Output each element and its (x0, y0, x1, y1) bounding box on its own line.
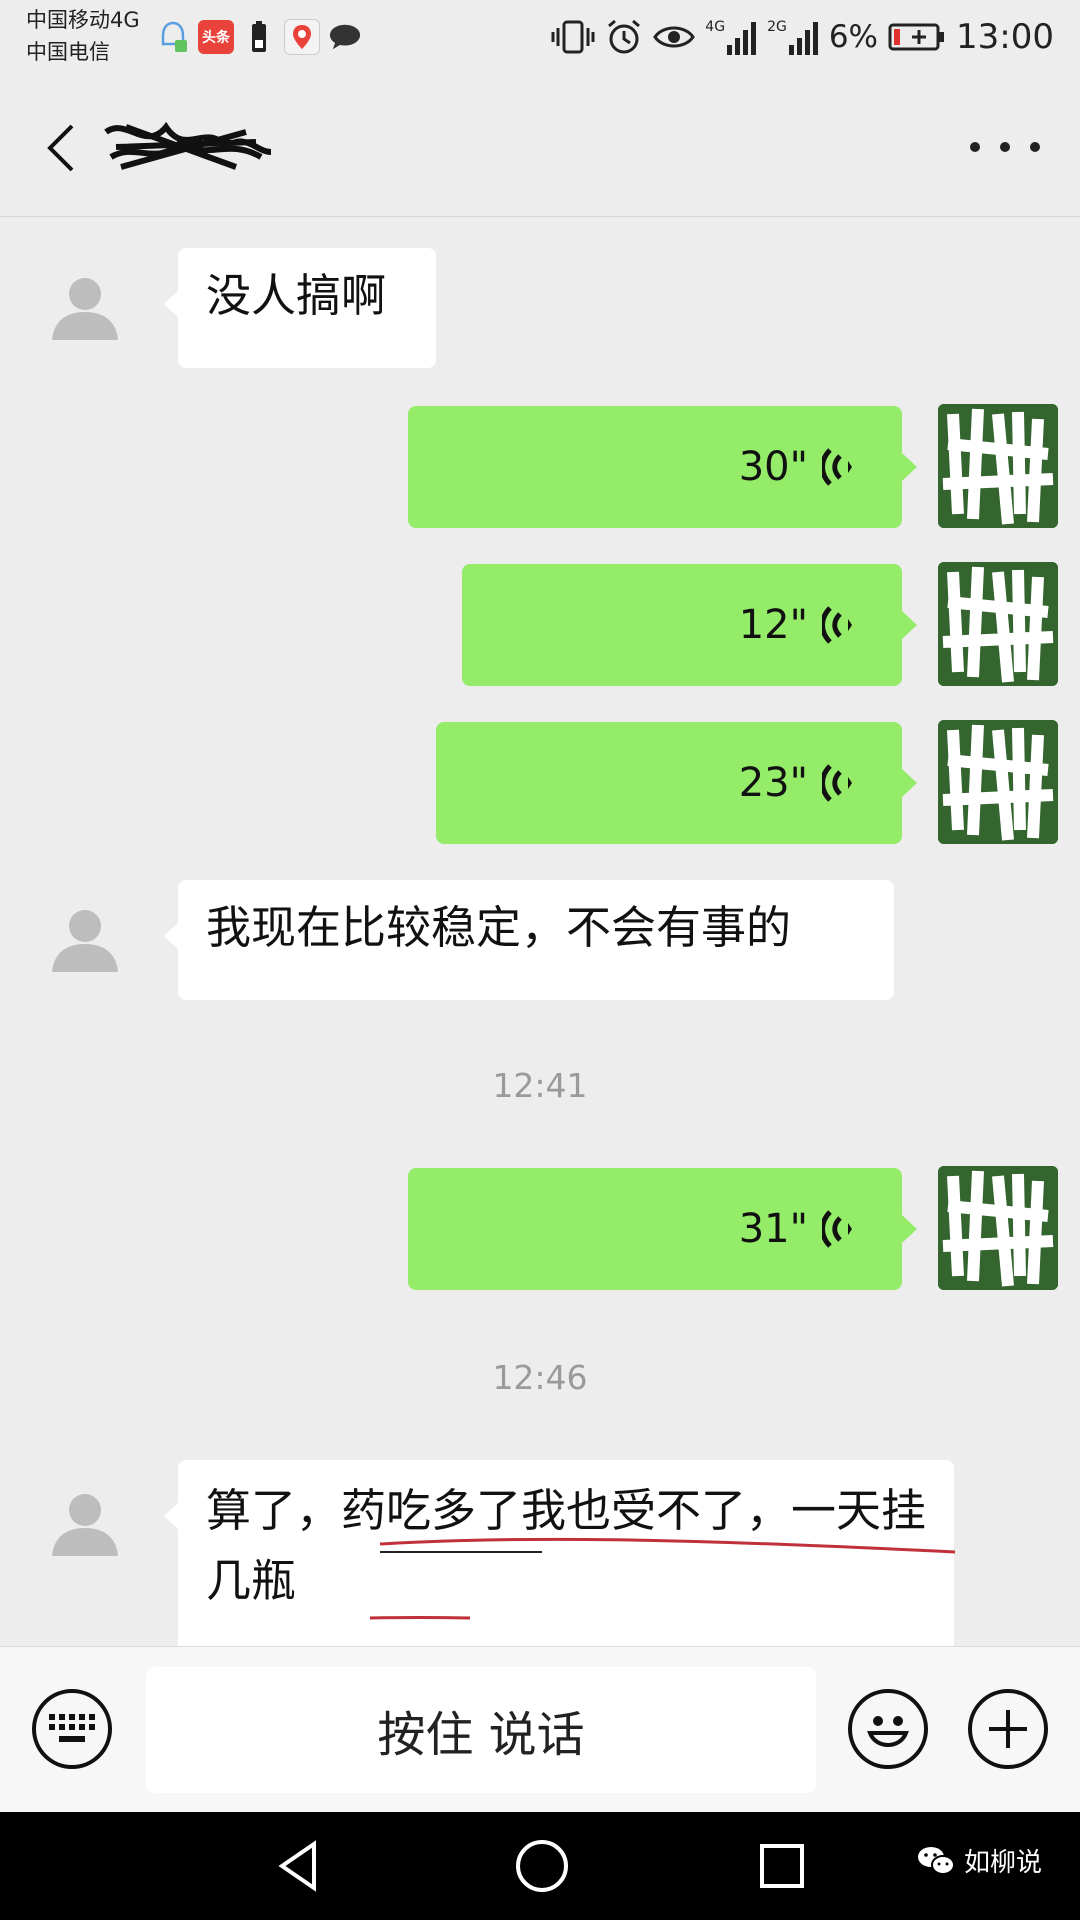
voice-message-bubble[interactable]: 30" (408, 406, 917, 528)
voice-wave-icon (822, 764, 852, 802)
contact-avatar[interactable] (50, 272, 120, 342)
voice-message-bubble[interactable]: 31" (408, 1168, 917, 1290)
voice-wave-icon (822, 1210, 852, 1248)
voice-duration: 31" (738, 1206, 808, 1252)
wechat-icon (918, 1846, 955, 1875)
bell-notification-icon (156, 20, 190, 54)
emoji-icon[interactable] (848, 1689, 928, 1769)
user-avatar[interactable] (938, 1166, 1058, 1290)
plus-icon[interactable] (968, 1689, 1048, 1769)
voice-duration: 23" (738, 760, 808, 806)
carrier-2: 中国电信 (26, 40, 110, 64)
hold-to-talk-button[interactable]: 按住 说话 (146, 1667, 816, 1793)
signal-2g-icon: 2G (767, 19, 819, 55)
voice-duration: 12" (738, 602, 808, 648)
nav-home-icon[interactable] (510, 1834, 574, 1898)
message-text: 没人搞啊 (206, 269, 387, 322)
status-right: 4G 2G 6% 13:00 (551, 14, 1054, 60)
user-avatar[interactable] (938, 404, 1058, 528)
voice-message-bubble[interactable]: 12" (462, 564, 917, 686)
toutiao-icon: 头条 (198, 20, 234, 54)
voice-wave-icon (822, 606, 852, 644)
contact-name-scribble (104, 121, 272, 170)
status-bar: 中国移动4G 中国电信 头条 4G 2G 6% 13:00 (0, 0, 1080, 80)
message-timestamp: 12:46 (492, 1358, 588, 1397)
chevron-left-icon[interactable] (40, 118, 100, 178)
battery-percent: 6% (828, 19, 879, 55)
alarm-icon (608, 19, 641, 54)
battery-icon (888, 23, 945, 51)
more-dots-icon[interactable] (970, 122, 1040, 172)
watermark-text: 如柳说 (964, 1848, 1043, 1878)
battery-saver-icon (242, 20, 276, 54)
handwritten-underline (370, 1537, 956, 1620)
user-avatar[interactable] (938, 720, 1058, 844)
carrier-1: 中国移动4G (26, 8, 140, 32)
system-nav-bar: 如柳说 (0, 1812, 1080, 1920)
message-bubble-incoming[interactable]: 我现在比较稳定，不会有事的 (164, 880, 894, 1000)
voice-duration: 30" (738, 444, 808, 490)
watermark: 如柳说 (916, 1842, 1042, 1879)
nav-back-icon[interactable] (270, 1836, 330, 1896)
contact-avatar[interactable] (50, 904, 120, 974)
contact-avatar[interactable] (50, 1488, 120, 1558)
message-bubble-incoming[interactable]: 没人搞啊 (164, 248, 436, 368)
clock: 13:00 (956, 17, 1054, 57)
chat-header (0, 80, 1080, 217)
nav-recents-icon[interactable] (752, 1836, 812, 1896)
user-avatar[interactable] (938, 562, 1058, 686)
eye-icon (653, 26, 696, 48)
notification-icons: 头条 (156, 14, 362, 60)
input-bar: 按住 说话 (0, 1646, 1080, 1813)
voice-message-bubble[interactable]: 23" (436, 722, 917, 844)
signal-4g-icon: 4G (705, 19, 757, 55)
message-timestamp: 12:41 (492, 1066, 588, 1105)
keyboard-icon[interactable] (32, 1689, 112, 1769)
message-icon (328, 20, 362, 54)
map-icon (284, 19, 320, 55)
voice-wave-icon (822, 448, 852, 486)
message-text: 我现在比较稳定，不会有事的 (206, 901, 792, 954)
vibrate-icon (551, 20, 595, 54)
